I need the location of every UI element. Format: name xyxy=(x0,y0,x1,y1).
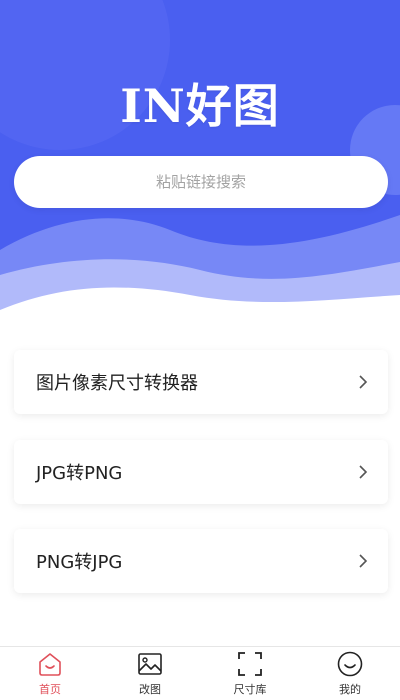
bottom-tab-bar: 首页 改图 尺寸库 我的 xyxy=(0,646,400,700)
home-icon xyxy=(39,653,61,676)
tool-card-pixel-size-converter[interactable]: 图片像素尺寸转换器 xyxy=(14,350,388,414)
image-icon xyxy=(138,653,162,675)
chevron-right-icon xyxy=(359,465,368,479)
tab-size-library[interactable]: 尺寸库 xyxy=(200,647,300,700)
tab-label: 改图 xyxy=(139,683,161,696)
tab-profile[interactable]: 我的 xyxy=(300,647,400,700)
tool-card-label: PNG转JPG xyxy=(36,552,123,573)
chevron-right-icon xyxy=(359,375,368,389)
tool-card-label: JPG转PNG xyxy=(36,463,123,484)
tab-label: 尺寸库 xyxy=(233,683,267,696)
search-input[interactable] xyxy=(14,156,388,208)
chevron-right-icon xyxy=(359,554,368,568)
smile-icon xyxy=(337,651,363,677)
tool-card-label: 图片像素尺寸转换器 xyxy=(36,373,198,394)
home-screen: IN好图 图片像素尺寸转换器 JPG转PNG PNG转JPG 首页 xyxy=(0,0,400,700)
tool-card-jpg-to-png[interactable]: JPG转PNG xyxy=(14,440,388,504)
frame-icon xyxy=(238,652,262,676)
tab-home[interactable]: 首页 xyxy=(0,647,100,700)
tool-card-png-to-jpg[interactable]: PNG转JPG xyxy=(14,529,388,593)
tab-label: 我的 xyxy=(339,683,361,696)
app-logo: IN好图 xyxy=(120,79,280,133)
tab-edit-image[interactable]: 改图 xyxy=(100,647,200,700)
tab-label: 首页 xyxy=(39,683,61,696)
